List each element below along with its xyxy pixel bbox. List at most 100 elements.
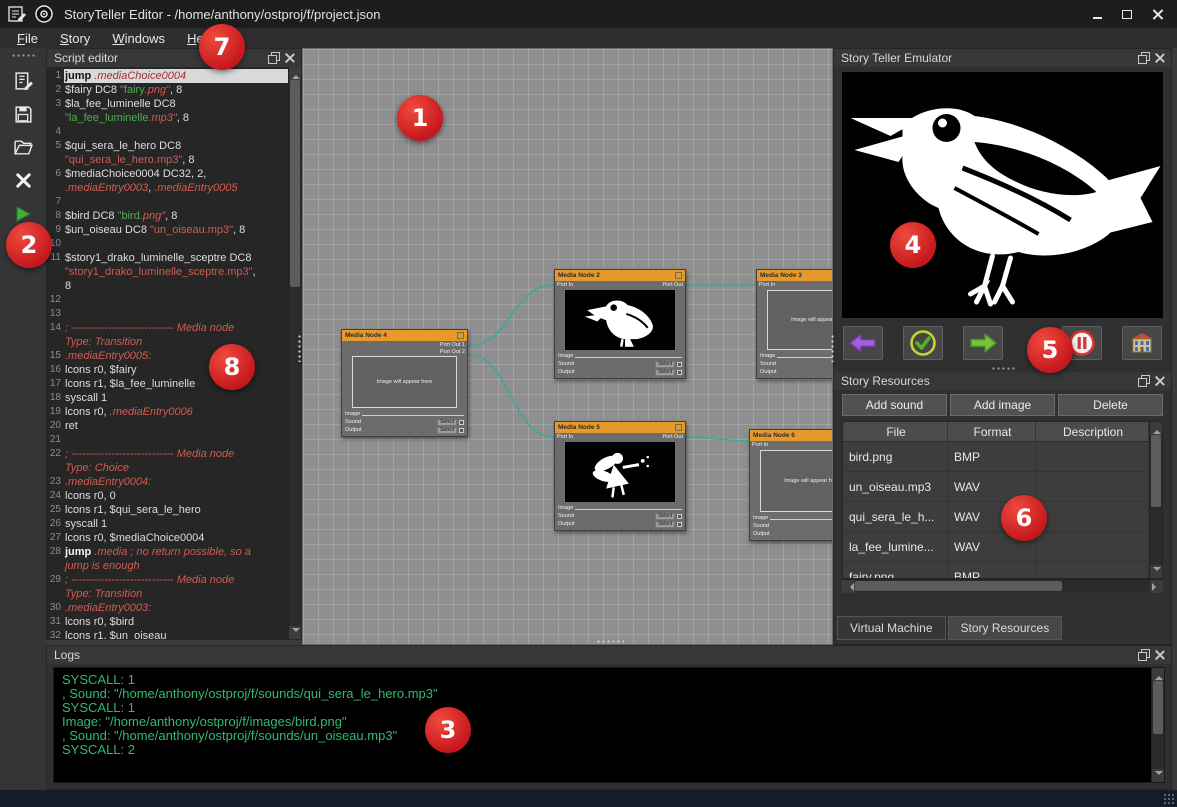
scroll-down-icon[interactable] <box>1150 565 1163 578</box>
confirm-button[interactable] <box>903 326 943 360</box>
scrollbar-thumb[interactable] <box>1153 681 1163 734</box>
code-line[interactable]: "story1_drako_luminelle_sceptre.mp3", <box>47 265 288 279</box>
close-button[interactable] <box>1147 6 1167 22</box>
column-header-description[interactable]: Description <box>1036 422 1149 442</box>
checkbox[interactable] <box>677 362 682 367</box>
open-button[interactable] <box>5 134 41 164</box>
node-media-node-4[interactable]: Media Node 4Port Out 1Port Out 2Image wi… <box>341 329 468 437</box>
maximize-button[interactable] <box>1117 6 1137 22</box>
code-line[interactable]: 13 <box>47 307 288 321</box>
menu-windows[interactable]: Windows <box>103 30 174 47</box>
node-media-node-5[interactable]: Media Node 5Port InPort OutImageSoundSel… <box>554 421 686 531</box>
code-line[interactable]: 1jump .mediaChoice0004 <box>47 69 288 83</box>
menu-story[interactable]: Story <box>51 30 99 47</box>
scrollbar-thumb[interactable] <box>290 80 300 287</box>
node-graph-canvas[interactable]: Media Node 4Port Out 1Port Out 2Image wi… <box>302 48 833 645</box>
close-panel-icon[interactable] <box>1154 52 1166 64</box>
code-line[interactable]: 17lcons r1, $la_fee_luminelle <box>47 377 288 391</box>
float-panel-icon[interactable] <box>1138 649 1150 661</box>
code-line[interactable]: 25lcons r1, $qui_sera_le_hero <box>47 503 288 517</box>
code-line[interactable]: jump is enough <box>47 559 288 573</box>
checkbox[interactable] <box>677 522 682 527</box>
code-line[interactable]: 30.mediaEntry0003: <box>47 601 288 615</box>
code-line[interactable]: Type: Transition <box>47 587 288 601</box>
scroll-up-icon[interactable] <box>1152 668 1165 681</box>
code-line[interactable]: 5$qui_sera_le_hero DC8 <box>47 139 288 153</box>
code-line[interactable]: 23.mediaEntry0004: <box>47 475 288 489</box>
float-panel-icon[interactable] <box>268 52 280 64</box>
code-line[interactable]: 4 <box>47 125 288 139</box>
select-button[interactable]: Select <box>437 419 457 426</box>
code-line[interactable]: 9$un_oiseau DC8 "un_oiseau.mp3", 8 <box>47 223 288 237</box>
bottom-splitter-handle[interactable] <box>596 639 624 644</box>
select-button[interactable]: Select <box>655 513 675 520</box>
code-line[interactable]: "qui_sera_le_hero.mp3", 8 <box>47 153 288 167</box>
node-menu-icon[interactable] <box>675 272 682 279</box>
save-button[interactable] <box>5 101 41 131</box>
float-panel-icon[interactable] <box>1138 52 1150 64</box>
scroll-down-icon[interactable] <box>289 626 301 639</box>
code-line[interactable]: 28jump .media ; no return possible, so a <box>47 545 288 559</box>
code-editor[interactable]: 1jump .mediaChoice00042$fairy DC8 "fairy… <box>47 67 301 639</box>
resize-grip[interactable] <box>1163 793 1174 804</box>
code-line[interactable]: 2$fairy DC8 "fairy.png", 8 <box>47 83 288 97</box>
node-media-node-6[interactable]: Media Node 6Port InImage will appear her… <box>749 429 833 541</box>
code-line[interactable]: 27lcons r0, $mediaChoice0004 <box>47 531 288 545</box>
home-button[interactable] <box>1122 326 1162 360</box>
code-line[interactable]: 32lcons r1, $un_oiseau <box>47 629 288 639</box>
scroll-up-icon[interactable] <box>289 67 301 80</box>
table-hscrollbar[interactable] <box>842 579 1163 592</box>
code-line[interactable]: 26syscall 1 <box>47 517 288 531</box>
select-button[interactable]: Select <box>437 427 457 434</box>
code-line[interactable]: 10 <box>47 237 288 251</box>
scrollbar-thumb[interactable] <box>855 581 1062 591</box>
code-line[interactable]: 6$mediaChoice0004 DC32, 2, <box>47 167 288 181</box>
code-line[interactable]: 12 <box>47 293 288 307</box>
checkbox[interactable] <box>459 428 464 433</box>
scroll-down-icon[interactable] <box>1152 769 1165 782</box>
code-line[interactable]: 20ret <box>47 419 288 433</box>
scrollbar-thumb[interactable] <box>1151 435 1161 507</box>
table-row[interactable]: fairy.pngBMP <box>843 562 1149 578</box>
table-row[interactable]: bird.pngBMP <box>843 442 1149 472</box>
code-line[interactable]: "la_fee_luminelle.mp3", 8 <box>47 111 288 125</box>
code-line[interactable]: 3$la_fee_luminelle DC8 <box>47 97 288 111</box>
code-line[interactable]: 21 <box>47 433 288 447</box>
code-line[interactable]: 8$bird DC8 "bird.png", 8 <box>47 209 288 223</box>
delete-button[interactable]: Delete <box>1058 394 1163 416</box>
checkbox[interactable] <box>459 420 464 425</box>
close-panel-icon[interactable] <box>1154 375 1166 387</box>
code-line[interactable]: 11$story1_drako_luminelle_sceptre DC8 <box>47 251 288 265</box>
checkbox[interactable] <box>677 370 682 375</box>
tab-story-resources[interactable]: Story Resources <box>948 616 1063 640</box>
column-header-file[interactable]: File <box>843 422 948 442</box>
close-panel-icon[interactable] <box>1154 649 1166 661</box>
next-button[interactable] <box>963 326 1003 360</box>
table-row[interactable]: la_fee_lumine...WAV <box>843 532 1149 562</box>
left-splitter-handle[interactable] <box>297 334 302 362</box>
table-scrollbar[interactable] <box>1149 422 1162 578</box>
scroll-right-icon[interactable] <box>1150 580 1163 593</box>
node-media-node-2[interactable]: Media Node 2Port InPort OutImageSoundSel… <box>554 269 686 379</box>
code-line[interactable]: 7 <box>47 195 288 209</box>
code-line[interactable]: 18syscall 1 <box>47 391 288 405</box>
code-line[interactable]: 24lcons r0, 0 <box>47 489 288 503</box>
logs-scrollbar[interactable] <box>1151 668 1164 782</box>
add-sound-button[interactable]: Add sound <box>842 394 947 416</box>
dock-splitter-handle[interactable] <box>991 366 1015 371</box>
close-panel-icon[interactable] <box>284 52 296 64</box>
menu-file[interactable]: File <box>8 30 47 47</box>
code-line[interactable]: 22; ---------------------------- Media n… <box>47 447 288 461</box>
code-line[interactable]: Type: Choice <box>47 461 288 475</box>
table-row[interactable]: un_oiseau.mp3WAV <box>843 472 1149 502</box>
code-line[interactable]: Type: Transition <box>47 335 288 349</box>
table-row[interactable]: qui_sera_le_h...WAV <box>843 502 1149 532</box>
code-line[interactable]: 8 <box>47 279 288 293</box>
select-button[interactable]: Select <box>655 369 675 376</box>
code-line[interactable]: 19lcons r0, .mediaEntry0006 <box>47 405 288 419</box>
add-image-button[interactable]: Add image <box>950 394 1055 416</box>
code-line[interactable]: 14; ---------------------------- Media n… <box>47 321 288 335</box>
checkbox[interactable] <box>677 514 682 519</box>
float-panel-icon[interactable] <box>1138 375 1150 387</box>
scroll-left-icon[interactable] <box>842 580 855 593</box>
